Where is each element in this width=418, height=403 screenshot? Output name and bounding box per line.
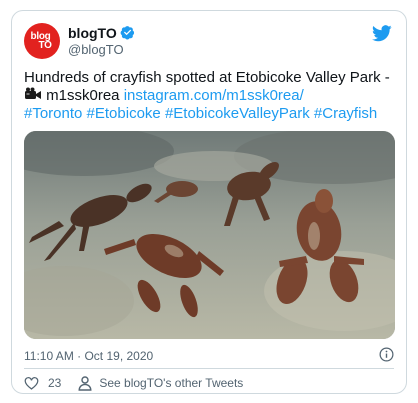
- tweet-actions: 23 See blogTO's other Tweets: [24, 374, 243, 392]
- like-count: 23: [48, 376, 62, 390]
- author-handle[interactable]: @blogTO: [68, 42, 135, 57]
- author-display-name[interactable]: blogTO: [68, 25, 117, 41]
- tweet-text: Hundreds of crayfish spotted at Etobicok…: [24, 69, 396, 123]
- see-other-tweets-label: See blogTO's other Tweets: [99, 376, 244, 390]
- hashtag-toronto[interactable]: #Toronto: [24, 105, 82, 122]
- video-camera-icon: [25, 87, 41, 99]
- tweet-media[interactable]: [24, 131, 395, 339]
- tweet-timestamp[interactable]: 11:10 AM · Oct 19, 2020: [24, 349, 153, 363]
- hashtag-crayfish[interactable]: #Crayfish: [314, 105, 377, 122]
- verified-badge-icon: [120, 26, 134, 40]
- instagram-link[interactable]: instagram.com/m1ssk0rea/: [124, 87, 304, 104]
- avatar-text-line2: TO: [38, 40, 52, 51]
- info-icon[interactable]: [379, 347, 394, 362]
- crayfish-photo: [24, 131, 395, 339]
- tweet-text-code: m1ssk0rea: [42, 87, 124, 104]
- twitter-bird-icon[interactable]: [372, 25, 392, 42]
- tweet-text-body: Hundreds of crayfish spotted at Etobicok…: [24, 69, 390, 86]
- person-icon: [78, 375, 92, 391]
- hashtag-etobicoke[interactable]: #Etobicoke: [87, 105, 161, 122]
- hashtag-etobicoke-valley-park[interactable]: #EtobicokeValleyPark: [165, 105, 310, 122]
- avatar[interactable]: blog TO: [24, 23, 60, 59]
- see-other-tweets-link[interactable]: See blogTO's other Tweets: [78, 375, 244, 391]
- divider: [24, 368, 394, 369]
- heart-icon: [24, 377, 39, 390]
- author-names: blogTO @blogTO: [68, 24, 135, 57]
- embedded-tweet-card[interactable]: blog TO blogTO @blogTO Hundreds of crayf…: [11, 10, 407, 394]
- tweet-header: blog TO blogTO @blogTO: [24, 23, 394, 63]
- like-button[interactable]: 23: [24, 376, 61, 390]
